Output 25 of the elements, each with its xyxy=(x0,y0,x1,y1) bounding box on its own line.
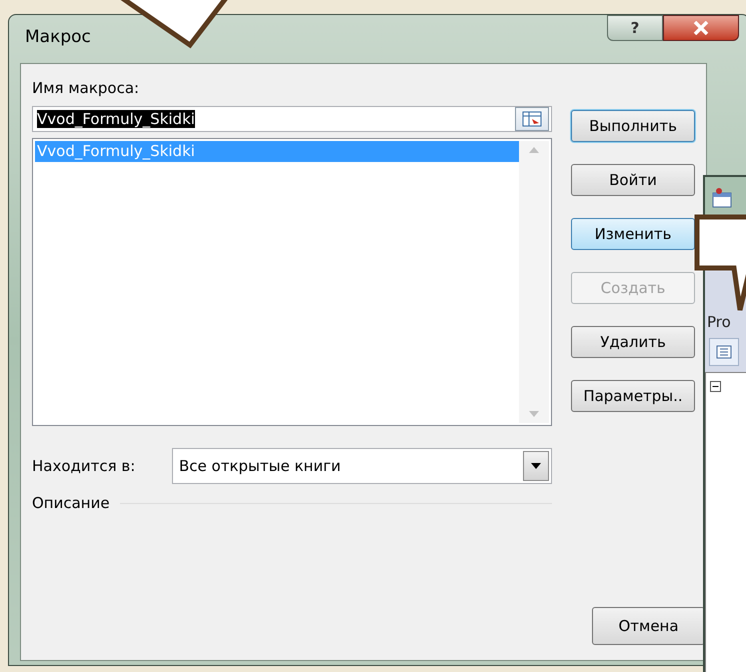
dialog-button[interactable]: Выполнить xyxy=(571,110,695,142)
help-button[interactable]: ? xyxy=(607,15,663,41)
window-title: Макрос xyxy=(25,26,91,49)
dialog-button[interactable]: Войти xyxy=(571,164,695,196)
close-icon xyxy=(693,21,709,35)
cancel-button[interactable]: Отмена xyxy=(592,607,705,645)
description-label: Описание xyxy=(32,493,110,514)
macro-name-value: Vvod_Formuly_Skidki xyxy=(37,110,195,128)
collapse-dialog-button[interactable] xyxy=(515,107,549,131)
collapse-icon[interactable] xyxy=(710,380,721,392)
dialog-button[interactable]: Удалить xyxy=(571,326,695,358)
location-dropdown[interactable]: Все открытые книги xyxy=(172,448,552,484)
close-button[interactable] xyxy=(663,15,739,41)
vba-app-icon xyxy=(711,187,733,209)
dialog-button[interactable]: Изменить xyxy=(571,218,695,250)
toolbar-button[interactable] xyxy=(709,338,739,366)
dropdown-button[interactable] xyxy=(523,451,549,481)
dialog-button[interactable]: Параметры.. xyxy=(571,380,695,412)
location-label: Находится в: xyxy=(32,456,136,477)
range-select-icon xyxy=(522,111,542,127)
macro-name-label: Имя макроса: xyxy=(32,78,140,98)
view-icon xyxy=(716,344,732,358)
macro-name-field[interactable]: Vvod_Formuly_Skidki xyxy=(32,106,552,132)
dropdown-arrow-icon xyxy=(531,463,541,469)
panel-title: Pro xyxy=(706,312,732,333)
